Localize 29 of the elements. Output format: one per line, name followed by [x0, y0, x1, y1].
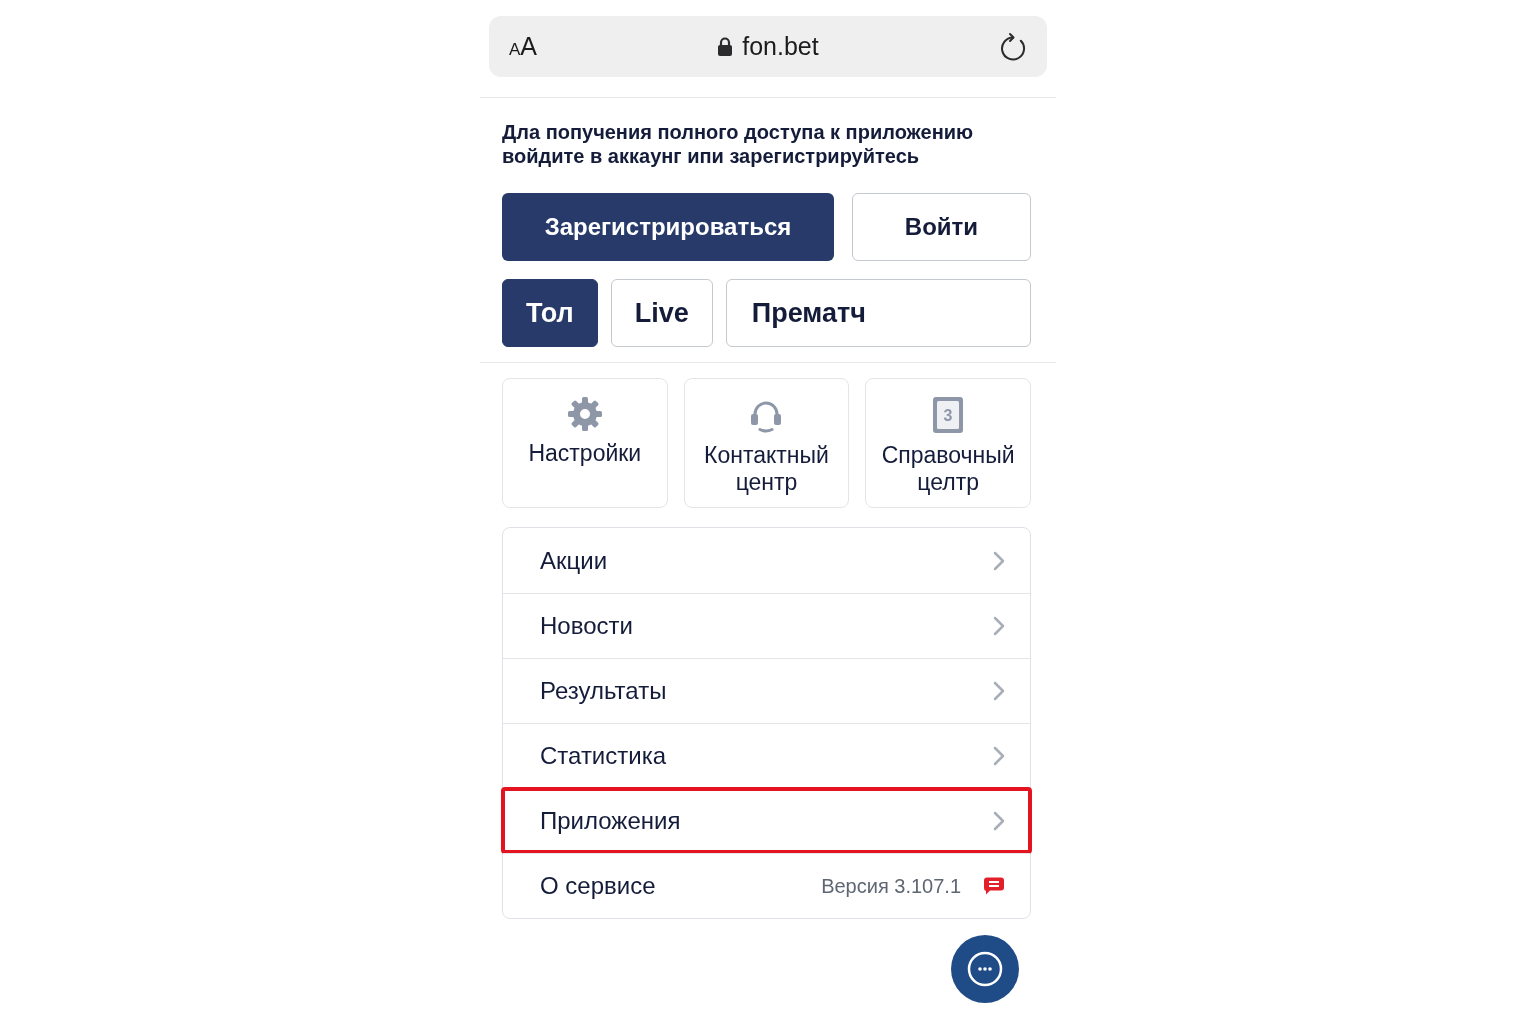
chevron-right-icon: [993, 616, 1005, 636]
menu-item[interactable]: Акции: [503, 528, 1030, 593]
gear-icon: [566, 396, 603, 432]
chevron-right-icon: [993, 550, 1005, 571]
menu-item[interactable]: Приложения: [503, 788, 1030, 853]
book-icon: 3: [932, 396, 965, 434]
tab[interactable]: Тол: [502, 279, 598, 347]
notice-text: Дла попучения полного доступа к приложению войдите в аккаунг ипи зарегистрируйтесь: [502, 120, 975, 168]
version-text: Версия 3.107.1: [821, 874, 961, 899]
shortcut-tile[interactable]: 3 Справочный целтр: [865, 378, 1031, 508]
chevron-right-icon: [993, 811, 1005, 831]
menu-item[interactable]: Новости: [503, 593, 1030, 658]
shortcut-tile[interactable]: Контактный центр: [683, 378, 850, 508]
chat-bubble-icon: [983, 876, 1005, 896]
more-icon: [967, 951, 1003, 987]
login-button[interactable]: Войти: [852, 193, 1031, 261]
text-size-button[interactable]: AA: [509, 34, 538, 59]
tab[interactable]: Прематч: [725, 279, 1031, 347]
menu-item[interactable]: О сервисе Версия 3.107.1: [503, 853, 1030, 918]
url-text: fon.bet: [742, 34, 819, 59]
reload-button[interactable]: [999, 31, 1027, 62]
chevron-right-icon: [993, 746, 1005, 766]
tab[interactable]: Live: [610, 279, 713, 347]
menu-item[interactable]: Статистика: [503, 723, 1030, 788]
chevron-right-icon: [993, 681, 1005, 701]
menu-item[interactable]: Результаты: [503, 658, 1030, 723]
shortcut-tile[interactable]: Настройки: [502, 378, 668, 508]
reload-icon: [999, 31, 1027, 62]
register-button[interactable]: Зарегистрироваться: [502, 193, 834, 261]
